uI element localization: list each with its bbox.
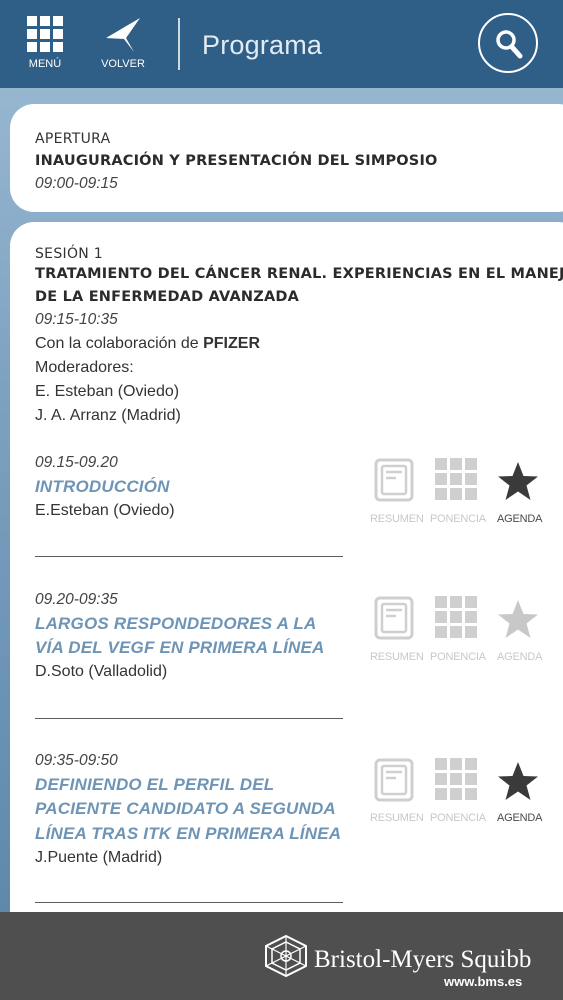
collab-prefix: Con la colaboración de: [35, 335, 204, 352]
summary-document-icon[interactable]: [374, 458, 414, 502]
agenda-label: AGENDA: [497, 513, 543, 525]
search-icon: [496, 30, 523, 59]
session-collaboration: Con la colaboración de PFIZER: [35, 335, 260, 353]
talk-separator: [35, 718, 343, 719]
agenda-star-icon[interactable]: [496, 598, 540, 642]
agenda-label: AGENDA: [497, 812, 543, 824]
back-label: VOLVER: [101, 58, 145, 70]
summary-label: RESUMEN: [370, 812, 424, 824]
search-button[interactable]: [478, 13, 538, 73]
talk-1-speaker: E.Esteban (Oviedo): [35, 502, 175, 519]
talk-2-title-line-2[interactable]: VÍA DEL VEGF EN PRIMERA LÍNEA: [35, 638, 324, 658]
talk-3-title-line-1[interactable]: DEFINIENDO EL PERFIL DEL: [35, 775, 274, 795]
summary-document-icon[interactable]: [374, 758, 414, 802]
talk-3-title-line-2[interactable]: PACIENTE CANDIDATO A SEGUNDA: [35, 799, 336, 819]
talk-separator: [35, 902, 343, 903]
talk-3-title-line-3[interactable]: LÍNEA TRAS ITK EN PRIMERA LÍNEA: [35, 824, 341, 844]
presentation-label: PONENCIA: [430, 812, 486, 824]
session-title-line-2: DE LA ENFERMEDAD AVANZADA: [35, 289, 300, 305]
back-arrow-icon: [106, 18, 140, 52]
moderators-label: Moderadores:: [35, 359, 134, 376]
menu-button[interactable]: MENÚ: [20, 14, 70, 76]
page-title: Programa: [202, 30, 323, 60]
presentation-grid-icon[interactable]: [435, 758, 477, 800]
agenda-star-icon[interactable]: [496, 760, 540, 804]
opening-title: INAUGURACIÓN Y PRESENTACIÓN DEL SIMPOSIO: [35, 153, 438, 169]
collab-sponsor: PFIZER: [203, 335, 260, 352]
brand-name: Bristol-Myers Squibb: [314, 946, 532, 973]
moderator-1: E. Esteban (Oviedo): [35, 383, 180, 400]
session-time: 09:15-10:35: [35, 311, 118, 328]
talk-2-speaker: D.Soto (Valladolid): [35, 663, 168, 680]
session-label: SESIÓN 1: [35, 246, 103, 262]
footer: Bristol-Myers Squibb www.bms.es: [0, 912, 563, 1000]
moderator-2: J. A. Arranz (Madrid): [35, 407, 181, 424]
summary-document-icon[interactable]: [374, 596, 414, 640]
agenda-label: AGENDA: [497, 651, 543, 663]
session-title-line-1: TRATAMIENTO DEL CÁNCER RENAL. EXPERIENCI…: [35, 266, 563, 282]
talk-2-time: 09.20-09:35: [35, 591, 118, 608]
header-divider: [178, 18, 180, 70]
presentation-label: PONENCIA: [430, 651, 486, 663]
presentation-grid-icon[interactable]: [435, 596, 477, 638]
talk-3-speaker: J.Puente (Madrid): [35, 849, 163, 866]
summary-label: RESUMEN: [370, 513, 424, 525]
agenda-star-icon[interactable]: [496, 460, 540, 504]
opening-time: 09:00-09:15: [35, 175, 118, 192]
presentation-grid-icon[interactable]: [435, 458, 477, 500]
menu-grid-icon: [27, 16, 63, 52]
back-button[interactable]: VOLVER: [94, 14, 152, 76]
talk-1-title[interactable]: INTRODUCCIÓN: [35, 477, 170, 497]
talk-1-time: 09.15-09.20: [35, 454, 118, 471]
presentation-label: PONENCIA: [430, 513, 486, 525]
menu-label: MENÚ: [28, 58, 62, 70]
brand-url[interactable]: www.bms.es: [444, 974, 522, 989]
bms-logo-icon: [265, 934, 307, 978]
top-bar: MENÚ VOLVER Programa: [0, 0, 563, 88]
summary-label: RESUMEN: [370, 651, 424, 663]
talk-3-time: 09:35-09:50: [35, 752, 118, 769]
opening-label: APERTURA: [35, 131, 111, 147]
talk-separator: [35, 556, 343, 557]
talk-2-title-line-1[interactable]: LARGOS RESPONDEDORES A LA: [35, 614, 316, 634]
